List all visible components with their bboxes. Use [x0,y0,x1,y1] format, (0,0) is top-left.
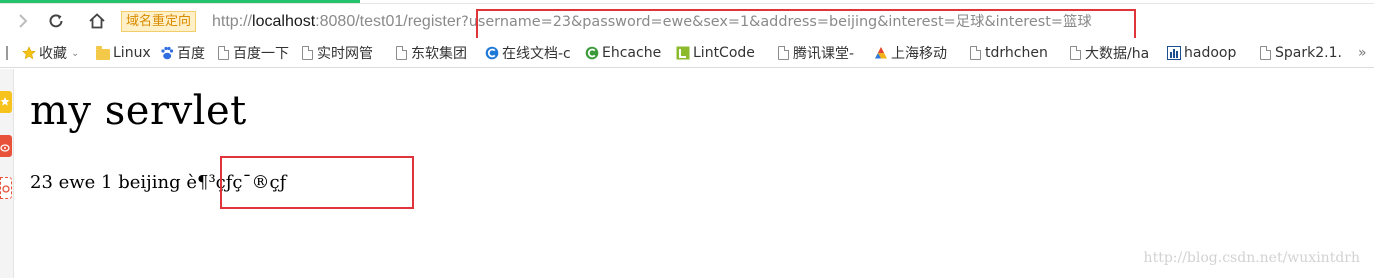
page-icon [394,46,408,61]
bookmark-baidu[interactable]: 百度 [160,44,205,62]
bookmark-shanghai-mobile[interactable]: 上海移动 [874,44,947,62]
bookmark-label: 上海移动 [891,46,947,62]
bookmark-tdrhchen[interactable]: tdrhchen [968,44,1048,62]
bookmark-label: tdrhchen [985,45,1048,61]
browser-toolbar: 域名重定向 http://localhost:8080/test01/regis… [0,4,1374,45]
forward-button[interactable] [8,4,38,38]
home-button[interactable] [82,4,112,38]
page-icon [1068,46,1082,61]
page-icon [968,46,982,61]
baidu-icon [160,46,174,61]
bookmark-label: 百度 [177,46,205,62]
reload-icon [49,14,63,28]
bookmark-label: LintCode [693,45,755,61]
bookmark-favorites[interactable]: 收藏 ⌄ [22,44,79,62]
bookmark-grip [6,44,8,62]
star-icon [22,46,36,61]
folder-icon [96,45,110,61]
bookmark-spark[interactable]: Spark2.1. [1258,44,1342,62]
page-icon [216,46,230,61]
bookmark-label: Linux [113,45,151,61]
double-chevron-icon: » [1358,45,1367,61]
url-path: :8080/test01/register [315,13,462,30]
bookmark-label: 实时网管 [317,46,373,62]
bookmark-tencent-classroom[interactable]: 腾讯课堂- [776,44,854,62]
bookmark-label: Ehcache [602,45,662,61]
result-plain-values: 23 ewe 1 beijing [30,172,187,193]
bookmark-neusoft[interactable]: 东软集团 [394,44,467,62]
bookmark-lintcode[interactable]: LintCode [676,44,755,62]
bookmark-label: 腾讯课堂- [793,46,855,62]
bookmark-baidu-search[interactable]: 百度一下 [216,44,289,62]
bookmark-linux[interactable]: Linux [96,44,151,62]
bookmark-bigdata[interactable]: 大数据/ha [1068,44,1149,62]
triangle-logo-icon [874,46,888,61]
url-host: localhost [252,13,316,30]
bookmarks-overflow-button[interactable]: » [1358,44,1367,62]
chevron-right-icon [19,14,28,28]
bookmark-online-docs[interactable]: 在线文档-c [485,44,571,62]
domain-redirect-badge[interactable]: 域名重定向 [121,11,197,32]
left-sidebar [0,69,14,278]
bookmark-label: Spark2.1. [1275,45,1342,61]
bookmark-realtime-ops[interactable]: 实时网管 [300,44,373,62]
url-scheme: http:// [212,13,253,30]
page-icon [776,46,790,61]
bookmark-label: hadoop [1184,45,1237,61]
weibo-side-icon[interactable] [0,135,12,157]
page-icon [1258,46,1272,61]
bookmark-hadoop[interactable]: hadoop [1167,44,1236,62]
bookmark-label: 东软集团 [411,46,467,62]
csdn-watermark: http://blog.csdn.net/wuxintdrh [1143,250,1360,266]
favorites-side-icon[interactable] [0,91,12,113]
bar-chart-icon [1167,46,1181,61]
bookmark-label: 百度一下 [233,46,289,62]
page-heading: my servlet [30,88,247,134]
bookmark-label: 在线文档-c [502,46,571,62]
page-icon [300,46,314,61]
lintcode-icon [676,46,690,61]
game-side-icon[interactable] [0,177,12,199]
garbled-text-highlight-box [220,156,414,209]
blue-globe-icon [485,46,499,61]
bookmarks-bar: 收藏 ⌄ Linux 百度 百度一下 实时网管 东软集团 在线文档-c Ehca… [0,38,1374,68]
reload-button[interactable] [41,4,71,38]
bookmark-label: 大数据/ha [1085,46,1150,62]
home-icon [89,13,105,29]
chevron-down-icon: ⌄ [71,47,80,59]
bookmark-label: 收藏 [39,46,67,62]
green-c-icon [585,46,599,61]
bookmark-ehcache[interactable]: Ehcache [585,44,661,62]
